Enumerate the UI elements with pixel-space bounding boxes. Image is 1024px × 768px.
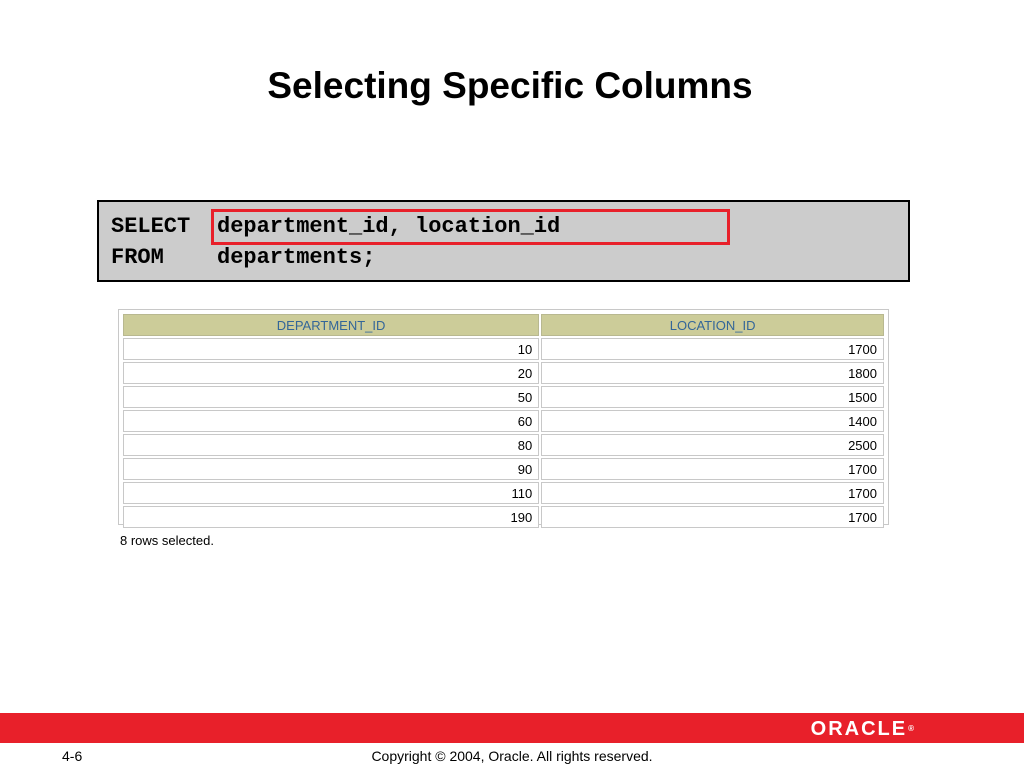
table-row: 90 1700 <box>123 458 884 480</box>
oracle-logo-text: ORACLE <box>810 718 908 740</box>
location-id-cell: 1400 <box>541 410 884 432</box>
department-id-cell: 80 <box>123 434 540 456</box>
location-id-cell: 2500 <box>541 434 884 456</box>
table-row: 10 1700 <box>123 338 884 360</box>
column-highlight-box <box>211 209 730 245</box>
table-row: 80 2500 <box>123 434 884 456</box>
registered-mark: ® <box>908 724 914 733</box>
sql-keyword-select: SELECT <box>111 214 191 239</box>
table-row: 60 1400 <box>123 410 884 432</box>
slide-title: Selecting Specific Columns <box>267 65 753 106</box>
column-header-department-id: DEPARTMENT_ID <box>123 314 540 336</box>
department-id-cell: 20 <box>123 362 540 384</box>
column-header-location-id: LOCATION_ID <box>541 314 884 336</box>
copyright-text: Copyright © 2004, Oracle. All rights res… <box>371 748 653 764</box>
table-header-row: DEPARTMENT_ID LOCATION_ID <box>123 314 884 336</box>
location-id-cell: 1700 <box>541 482 884 504</box>
sql-code-box: SELECT department_id, location_id FROM dep… <box>97 200 910 282</box>
table-row: 110 1700 <box>123 482 884 504</box>
location-id-cell: 1500 <box>541 386 884 408</box>
department-id-cell: 60 <box>123 410 540 432</box>
location-id-cell: 1700 <box>541 506 884 528</box>
location-id-cell: 1700 <box>541 458 884 480</box>
department-id-cell: 110 <box>123 482 540 504</box>
sql-from-table: departments; <box>217 245 376 270</box>
footer-bar: ORACLE® <box>0 713 1024 743</box>
location-id-cell: 1700 <box>541 338 884 360</box>
oracle-logo: ORACLE® <box>811 719 914 739</box>
page-number: 4-6 <box>62 748 83 764</box>
results-table: DEPARTMENT_ID LOCATION_ID 10 1700 20 180… <box>121 312 886 530</box>
sql-line-from: FROM departments; <box>111 244 375 272</box>
sql-keyword-from: FROM <box>111 245 164 270</box>
department-id-cell: 50 <box>123 386 540 408</box>
location-id-cell: 1800 <box>541 362 884 384</box>
table-row: 50 1500 <box>123 386 884 408</box>
table-row: 190 1700 <box>123 506 884 528</box>
department-id-cell: 10 <box>123 338 540 360</box>
department-id-cell: 190 <box>123 506 540 528</box>
rows-selected-note: 8 rows selected. <box>120 533 214 548</box>
results-table-frame: DEPARTMENT_ID LOCATION_ID 10 1700 20 180… <box>118 309 889 528</box>
department-id-cell: 90 <box>123 458 540 480</box>
table-row: 20 1800 <box>123 362 884 384</box>
